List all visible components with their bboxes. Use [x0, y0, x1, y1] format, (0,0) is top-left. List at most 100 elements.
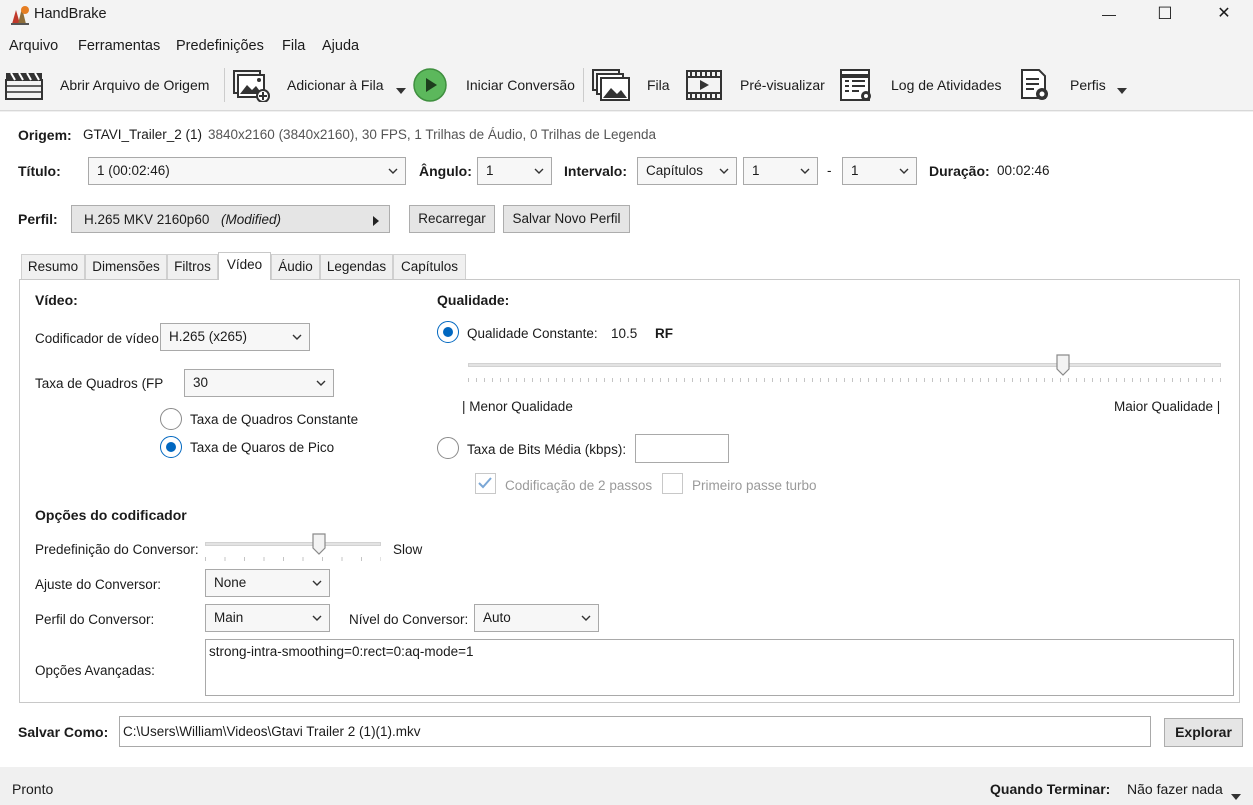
average-bitrate-radio[interactable] — [437, 437, 459, 459]
range-end-value: 1 — [851, 163, 859, 178]
start-encode-button[interactable]: Iniciar Conversão — [413, 60, 575, 110]
presets-label: Perfis — [1070, 77, 1106, 93]
play-icon — [413, 68, 447, 102]
title-select-value: 1 (00:02:46) — [97, 163, 170, 178]
constant-framerate-radio[interactable] — [160, 408, 182, 430]
reload-button[interactable]: Recarregar — [409, 205, 495, 233]
activity-log-button[interactable]: Log de Atividades — [839, 60, 1002, 110]
range-end-select[interactable]: 1 — [842, 157, 917, 185]
open-source-button[interactable]: Abrir Arquivo de Origem — [5, 60, 209, 110]
preset-modified: (Modified) — [221, 212, 282, 227]
duration-value: 00:02:46 — [997, 163, 1050, 178]
chevron-down-icon — [719, 168, 729, 174]
encoder-preset-slider-thumb[interactable] — [312, 533, 326, 555]
chevron-down-icon — [534, 168, 544, 174]
presets-button[interactable]: Perfis — [1019, 60, 1127, 110]
save-new-preset-button[interactable]: Salvar Novo Perfil — [503, 205, 630, 233]
queue-button[interactable]: Fila — [591, 60, 670, 110]
browse-button[interactable]: Explorar — [1164, 718, 1243, 747]
source-info: 3840x2160 (3840x2160), 30 FPS, 1 Trilhas… — [208, 127, 657, 142]
close-button[interactable]: ✕ — [1201, 0, 1247, 30]
encoder-profile-value: Main — [214, 610, 244, 625]
tab-resumo[interactable]: Resumo — [21, 254, 85, 279]
film-play-icon — [686, 69, 722, 101]
duration-label: Duração: — [929, 163, 990, 179]
chevron-right-icon — [373, 214, 379, 226]
angle-select[interactable]: 1 — [477, 157, 552, 185]
advanced-options-textarea[interactable]: strong-intra-smoothing=0:rect=0:aq-mode=… — [205, 639, 1234, 696]
tab-legendas[interactable]: Legendas — [320, 254, 393, 279]
tab-capitulos[interactable]: Capítulos — [393, 254, 466, 279]
encoder-preset-label: Predefinição do Conversor: — [35, 542, 199, 557]
menu-ferramentas[interactable]: Ferramentas — [78, 38, 160, 54]
two-pass-checkbox[interactable] — [475, 473, 496, 494]
tab-video[interactable]: Vídeo — [218, 252, 271, 280]
menu-fila[interactable]: Fila — [282, 38, 305, 54]
menu-arquivo[interactable]: Arquivo — [9, 38, 58, 54]
chevron-down-icon — [800, 168, 810, 174]
framerate-value: 30 — [193, 375, 209, 390]
encoder-tune-select[interactable]: None — [205, 569, 330, 597]
tab-filtros[interactable]: Filtros — [167, 254, 218, 279]
encoder-label: Codificador de vídeo — [35, 331, 159, 346]
title-label: Título: — [18, 163, 61, 179]
toolbar-separator — [224, 68, 225, 102]
video-encoder-select[interactable]: H.265 (x265) — [160, 323, 310, 351]
quality-slider-track — [468, 363, 1221, 367]
preset-selector[interactable]: H.265 MKV 2160p60 (Modified) — [71, 205, 390, 233]
preview-button[interactable]: Pré-visualizar — [686, 60, 825, 110]
encoder-tune-value: None — [214, 575, 247, 590]
encoder-profile-select[interactable]: Main — [205, 604, 330, 632]
framerate-label: Taxa de Quadros (FP — [35, 376, 164, 391]
constant-quality-label: Qualidade Constante: — [467, 326, 598, 341]
menu-predefinicoes[interactable]: Predefinições — [176, 38, 264, 54]
dropdown-arrow-icon[interactable] — [395, 82, 406, 94]
maximize-button[interactable]: ☐ — [1142, 0, 1188, 30]
when-done-label: Quando Terminar: — [990, 781, 1111, 797]
handbrake-logo-icon — [9, 4, 31, 26]
quality-slider-thumb[interactable] — [1056, 354, 1070, 376]
chevron-down-icon — [312, 580, 322, 586]
minimize-button[interactable]: — — [1086, 0, 1132, 30]
clapperboard-icon — [5, 69, 43, 101]
app-title: HandBrake — [34, 6, 107, 22]
tab-dimensoes[interactable]: Dimensões — [85, 254, 167, 279]
presets-settings-icon — [1019, 68, 1051, 102]
high-quality-label: Maior Qualidade | — [1114, 399, 1221, 414]
two-pass-label: Codificação de 2 passos — [505, 478, 653, 493]
turbo-first-pass-checkbox[interactable] — [662, 473, 683, 494]
title-bar: HandBrake — ☐ ✕ — [0, 0, 1253, 30]
range-start-value: 1 — [752, 163, 760, 178]
range-type-select[interactable]: Capítulos — [637, 157, 737, 185]
save-path-input[interactable]: C:\Users\William\Videos\Gtavi Trailer 2 … — [119, 716, 1151, 747]
range-start-select[interactable]: 1 — [743, 157, 818, 185]
angle-label: Ângulo: — [419, 163, 472, 179]
preset-label: Perfil: — [18, 211, 58, 227]
add-images-icon — [232, 68, 270, 103]
chevron-down-icon — [316, 380, 326, 386]
video-encoder-value: H.265 (x265) — [169, 329, 248, 344]
range-type-value: Capítulos — [646, 163, 704, 178]
tab-audio[interactable]: Áudio — [271, 254, 320, 279]
constant-framerate-label: Taxa de Quadros Constante — [190, 412, 359, 427]
angle-select-value: 1 — [486, 163, 494, 178]
status-text: Pronto — [12, 781, 54, 797]
when-done-value: Não fazer nada — [1127, 781, 1223, 797]
advanced-options-value: strong-intra-smoothing=0:rect=0:aq-mode=… — [209, 644, 474, 659]
source-name: GTAVI_Trailer_2 (1) — [83, 127, 203, 142]
add-to-queue-button[interactable]: Adicionar à Fila — [232, 60, 406, 110]
rf-unit: RF — [655, 326, 673, 341]
menu-ajuda[interactable]: Ajuda — [322, 38, 359, 54]
encoder-tune-label: Ajuste do Conversor: — [35, 577, 162, 592]
bitrate-input[interactable] — [635, 434, 729, 463]
when-done-select[interactable]: Não fazer nada — [1127, 781, 1241, 801]
encoder-profile-label: Perfil do Conversor: — [35, 612, 155, 627]
constant-quality-radio[interactable] — [437, 321, 459, 343]
encoder-level-select[interactable]: Auto — [474, 604, 599, 632]
title-select[interactable]: 1 (00:02:46) — [88, 157, 406, 185]
peak-framerate-radio[interactable] — [160, 436, 182, 458]
average-bitrate-label: Taxa de Bits Média (kbps): — [467, 442, 627, 457]
encoder-preset-value: Slow — [393, 542, 423, 557]
framerate-select[interactable]: 30 — [184, 369, 334, 397]
save-path-value: C:\Users\William\Videos\Gtavi Trailer 2 … — [123, 724, 421, 739]
